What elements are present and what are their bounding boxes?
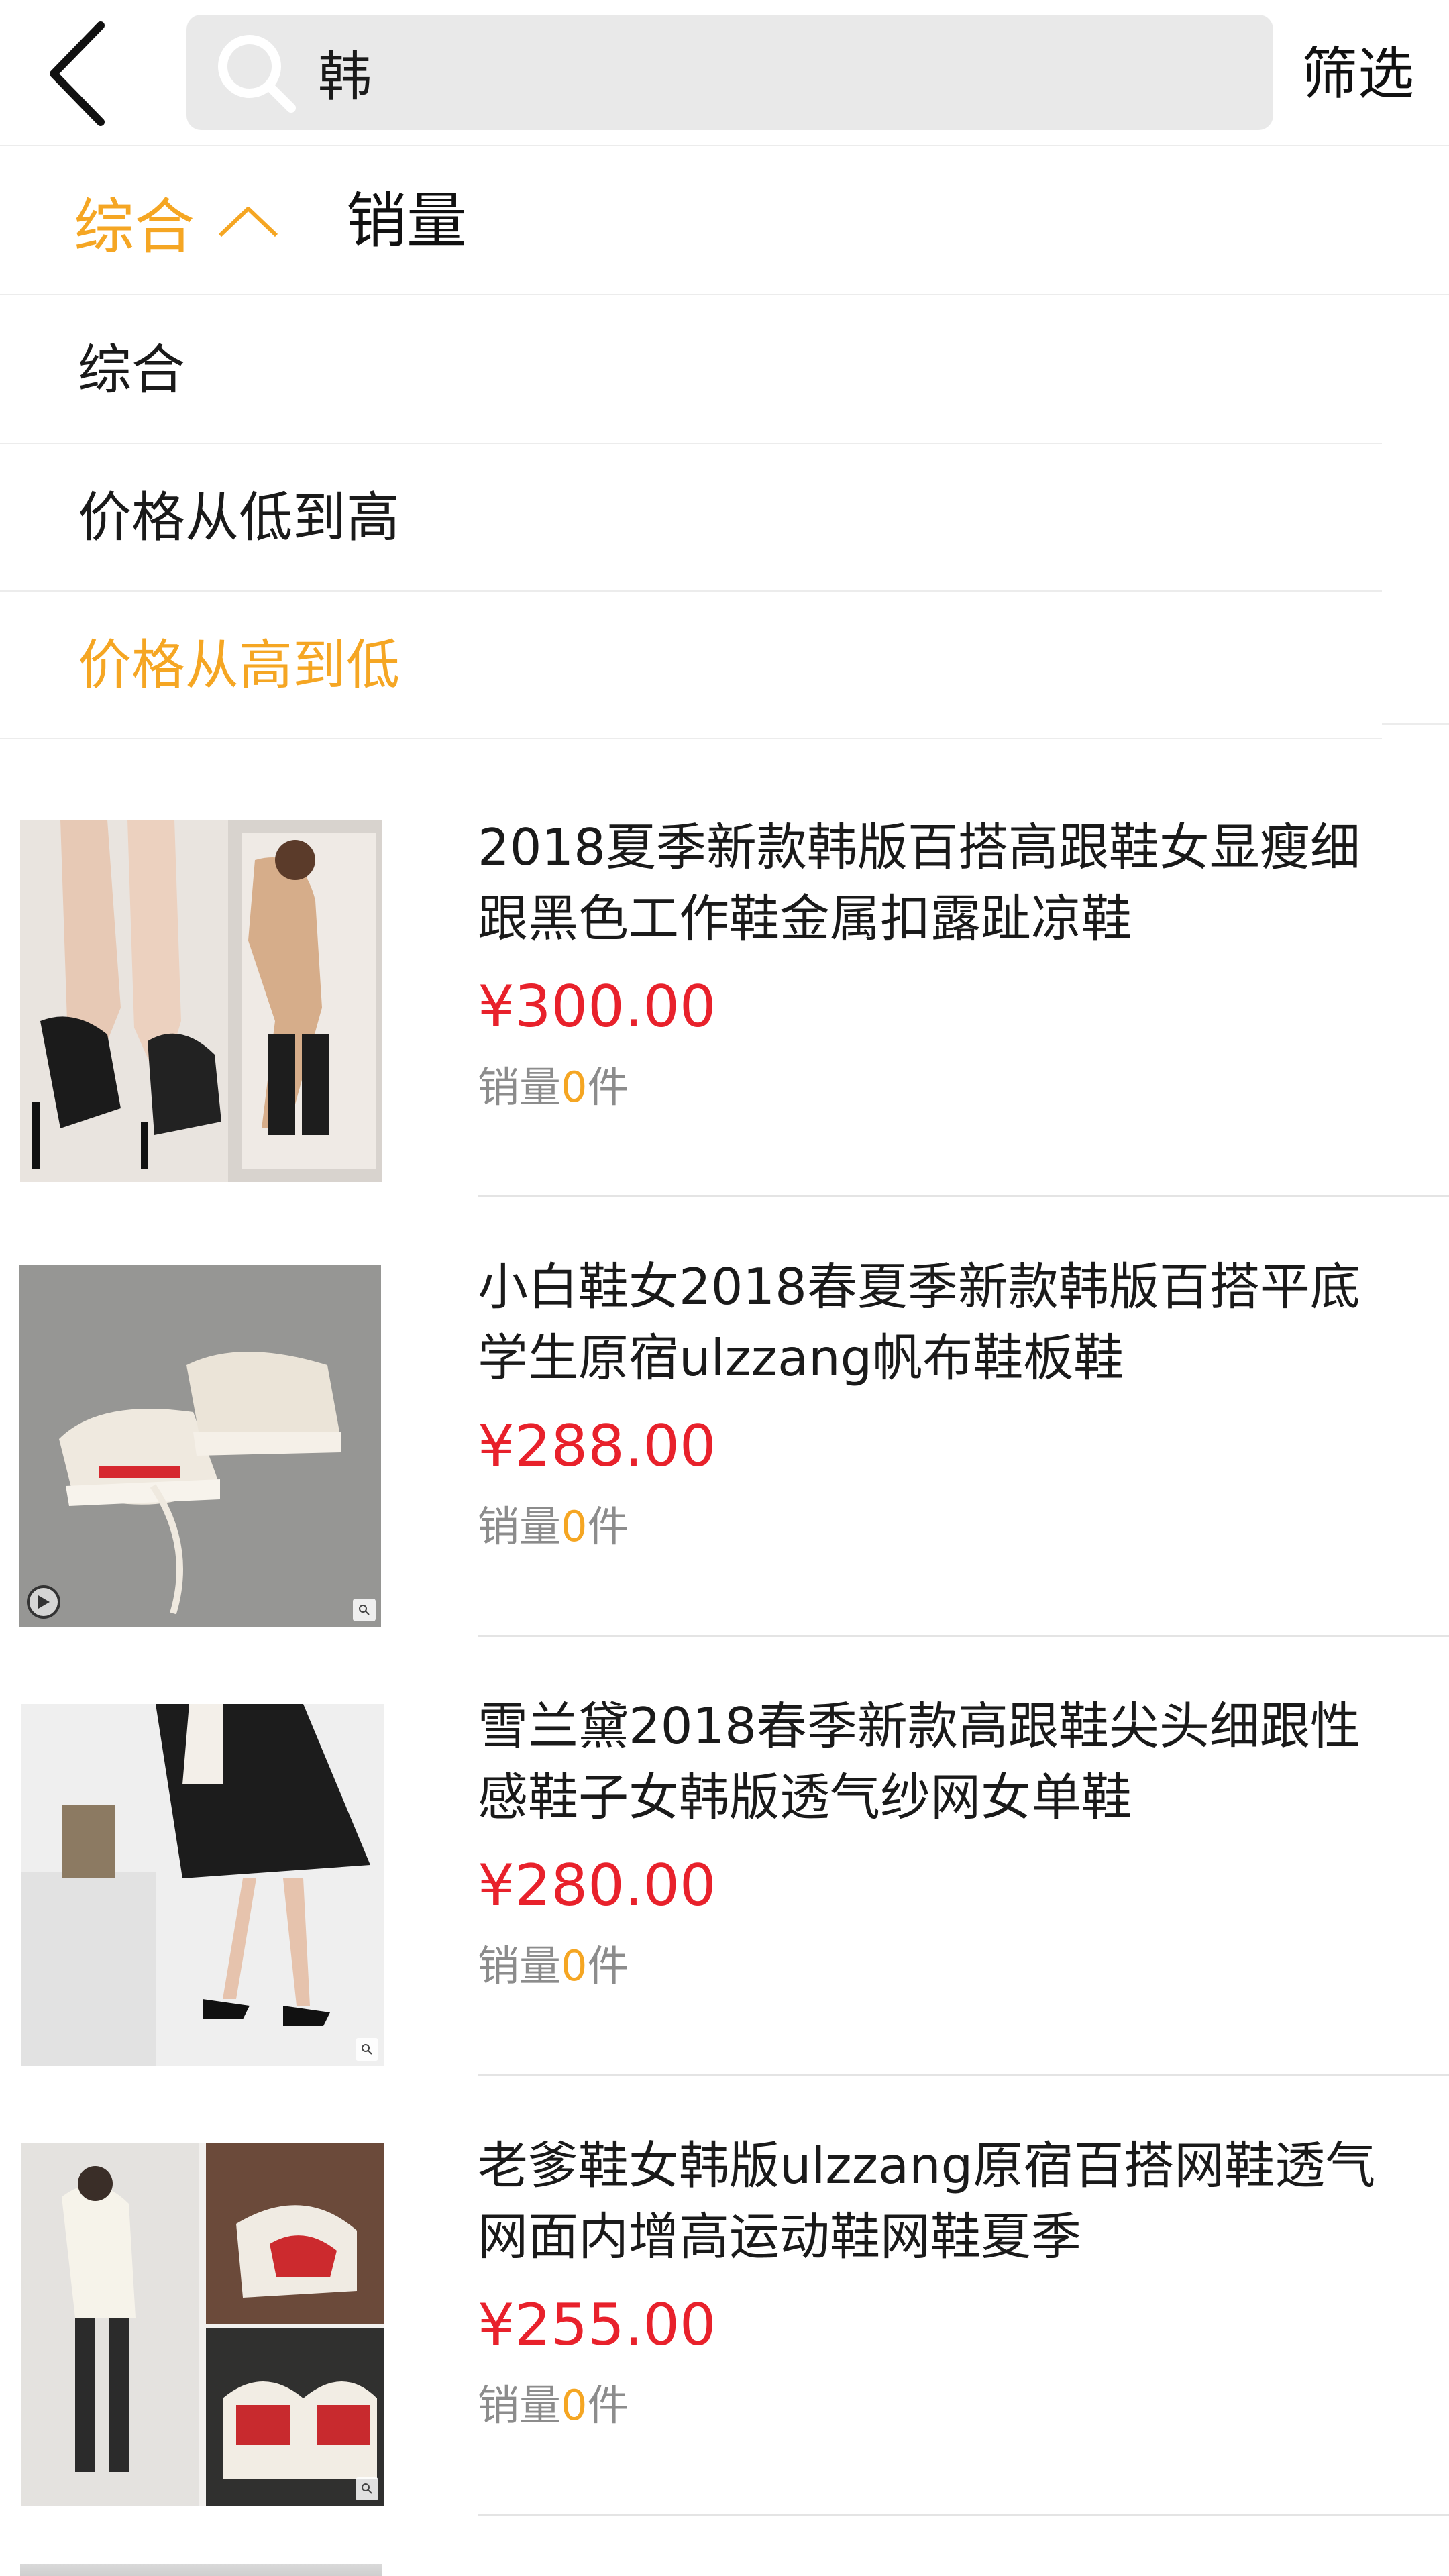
product-image-sandals[interactable] — [20, 820, 382, 1182]
top-bar: 韩 筛选 — [0, 0, 1449, 146]
product-sales: 销量0件 — [478, 1497, 1377, 1557]
sales-prefix: 销量 — [478, 1941, 561, 1990]
sales-prefix: 销量 — [478, 1502, 561, 1551]
sales-unit: 件 — [587, 1941, 629, 1990]
product-price: ¥280.00 — [478, 1852, 716, 1919]
chevron-left-icon — [50, 21, 105, 126]
back-button[interactable] — [27, 13, 127, 134]
sales-count: 0 — [561, 2381, 588, 2430]
sort-option-comprehensive[interactable]: 综合 — [0, 297, 1382, 444]
product-item[interactable]: 小白鞋女2018春夏季新款韩版百搭平底学生原宿ulzzang帆布鞋板鞋 ¥288… — [0, 1197, 1449, 1637]
product-info: 小白鞋女2018春夏季新款韩版百搭平底学生原宿ulzzang帆布鞋板鞋 ¥288… — [478, 1251, 1377, 1557]
product-item[interactable]: 老爹鞋女韩版ulzzang原宿百搭网鞋透气网面内增高运动鞋网鞋夏季 ¥255.0… — [0, 2076, 1449, 2516]
product-title[interactable]: 小白鞋女2018春夏季新款韩版百搭平底学生原宿ulzzang帆布鞋板鞋 — [478, 1251, 1377, 1393]
search-query-text: 韩 — [318, 46, 372, 108]
product-info: 2018夏季新款韩版百搭高跟鞋女显瘦细跟黑色工作鞋金属扣露趾凉鞋 ¥300.00… — [478, 812, 1377, 1118]
product-image-sneakers[interactable] — [19, 1265, 381, 1627]
filter-button[interactable]: 筛选 — [1301, 27, 1414, 121]
chevron-up-icon — [218, 207, 278, 237]
divider — [478, 2514, 1449, 2516]
product-price: ¥255.00 — [478, 2292, 716, 2359]
sort-option-price-asc[interactable]: 价格从低到高 — [0, 444, 1382, 592]
search-icon — [205, 22, 306, 123]
divider — [1382, 723, 1449, 724]
sort-dropdown: 综合 价格从低到高 价格从高到低 — [0, 297, 1382, 739]
sales-count: 0 — [561, 1502, 588, 1551]
product-sales: 销量0件 — [478, 2375, 1377, 2436]
sort-comprehensive-label: 综合 — [74, 192, 195, 262]
sort-bar: 综合 销量 — [0, 148, 1449, 295]
sales-unit: 件 — [587, 1502, 629, 1551]
product-price: ¥300.00 — [478, 973, 716, 1040]
product-title[interactable]: 2018夏季新款韩版百搭高跟鞋女显瘦细跟黑色工作鞋金属扣露趾凉鞋 — [478, 812, 1377, 954]
sales-prefix: 销量 — [478, 1063, 561, 1112]
product-sales: 销量0件 — [478, 1936, 1377, 1996]
product-image-dad-sneakers[interactable] — [21, 2143, 384, 2506]
product-title[interactable]: 雪兰黛2018春季新款高跟鞋尖头细跟性感鞋子女韩版透气纱网女单鞋 — [478, 1690, 1377, 1833]
sales-unit: 件 — [587, 1063, 629, 1112]
search-input[interactable]: 韩 — [186, 15, 1273, 130]
product-title[interactable]: 老爹鞋女韩版ulzzang原宿百搭网鞋透气网面内增高运动鞋网鞋夏季 — [478, 2130, 1377, 2272]
product-item[interactable]: 雪兰黛2018春季新款高跟鞋尖头细跟性感鞋子女韩版透气纱网女单鞋 ¥280.00… — [0, 1637, 1449, 2076]
play-icon[interactable] — [27, 1585, 60, 1619]
product-price: ¥288.00 — [478, 1413, 716, 1480]
sales-prefix: 销量 — [478, 2381, 561, 2430]
sort-comprehensive-tab[interactable]: 综合 — [74, 148, 279, 295]
product-sales: 销量0件 — [478, 1057, 1377, 1118]
product-image-heels[interactable] — [21, 1704, 384, 2066]
product-list: 2018夏季新款韩版百搭高跟鞋女显瘦细跟黑色工作鞋金属扣露趾凉鞋 ¥300.00… — [0, 758, 1449, 2516]
sort-sales-tab[interactable]: 销量 — [346, 148, 467, 295]
product-info: 老爹鞋女韩版ulzzang原宿百搭网鞋透气网面内增高运动鞋网鞋夏季 ¥255.0… — [478, 2130, 1377, 2436]
sales-count: 0 — [561, 1063, 588, 1112]
product-image-partial[interactable] — [20, 2564, 382, 2576]
zoom-icon[interactable] — [353, 1599, 376, 1621]
zoom-icon[interactable] — [356, 2038, 378, 2061]
product-info: 雪兰黛2018春季新款高跟鞋尖头细跟性感鞋子女韩版透气纱网女单鞋 ¥280.00… — [478, 1690, 1377, 1996]
product-item[interactable]: 2018夏季新款韩版百搭高跟鞋女显瘦细跟黑色工作鞋金属扣露趾凉鞋 ¥300.00… — [0, 758, 1449, 1197]
zoom-icon[interactable] — [356, 2477, 378, 2500]
sort-option-price-desc[interactable]: 价格从高到低 — [0, 592, 1382, 739]
sales-unit: 件 — [587, 2381, 629, 2430]
sales-count: 0 — [561, 1941, 588, 1990]
